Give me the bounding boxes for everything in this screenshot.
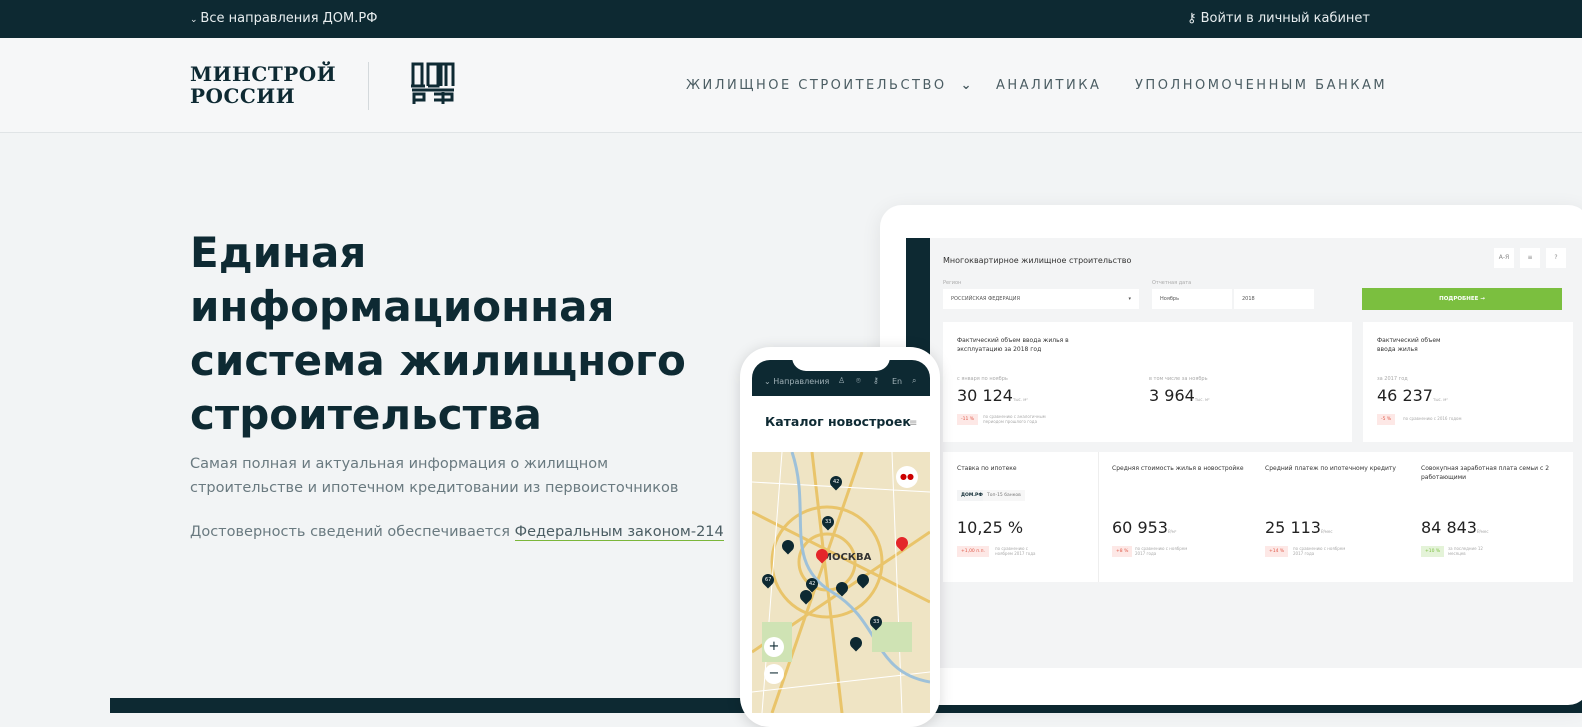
divider (368, 62, 369, 110)
tab-top15[interactable]: Топ-15 банков (983, 490, 1025, 501)
login-link[interactable]: ⚷ Войти в личный кабинет (1187, 11, 1370, 26)
change-badge: -11 % (957, 414, 979, 425)
city-label: МОСКВА (822, 552, 872, 563)
filter-icon[interactable]: ≡ (909, 418, 917, 429)
dashboard-screen: Многоквартирное жилищное строительство А… (906, 238, 1582, 668)
all-directions-menu[interactable]: ⌄ Все направления ДОМ.РФ (190, 11, 377, 26)
nav-analytics[interactable]: АНАЛИТИКА (996, 78, 1101, 93)
card-title: Фактический объем ввода жилья (1377, 337, 1441, 353)
help-button[interactable]: ? (1546, 248, 1566, 268)
header: МИНСТРОЙ РОССИИ ЖИЛИЩНОЕ СТРОИТЕЛЬСТВО ⌄ А… (0, 38, 1582, 133)
card-housing-2018: Фактический объем ввода жилья в эксплуат… (943, 322, 1352, 442)
minstroy-logo[interactable]: МИНСТРОЙ РОССИИ (190, 63, 336, 107)
card-label: с января по ноябрь (957, 376, 1008, 382)
chevron-down-icon: ⌄ (960, 78, 975, 93)
metrics-card: Ставка по ипотеке ДОМ.РФ Топ-15 банков 1… (943, 452, 1573, 582)
user-icon[interactable]: ♙ (838, 376, 845, 385)
change-badge: -5 % (1377, 414, 1396, 425)
region-select[interactable]: РОССИЙСКАЯ ФЕДЕРАЦИЯ ▾ (943, 289, 1139, 309)
law-link[interactable]: Федеральным законом-214 (514, 524, 724, 541)
card-value: 3 964тыс. м² (1149, 386, 1210, 405)
dashboard-title: Многоквартирное жилищное строительство (943, 256, 1132, 265)
card-value: 46 237тыс. м² (1377, 386, 1448, 405)
note: по сравнению с 2016 годом (1403, 416, 1462, 421)
more-button[interactable]: ПОДРОБНЕЕ → (1362, 288, 1562, 310)
region-label: Регион (943, 280, 962, 286)
catalog-title: Каталог новостроек (765, 414, 911, 429)
card-label: за 2017 год (1377, 376, 1408, 382)
month-select[interactable]: Ноябрь (1152, 289, 1232, 309)
filter-button[interactable]: ≡ (1520, 248, 1540, 268)
search-icon[interactable]: ⌕ (912, 376, 916, 386)
card-value: 30 124тыс. м² (957, 386, 1028, 405)
phone-directions-menu[interactable]: ⌄ Направления (764, 377, 829, 386)
layers-button[interactable]: ●● (896, 466, 918, 488)
domrf-logo[interactable] (410, 60, 456, 110)
card-label: в том числе за ноябрь (1149, 376, 1208, 382)
card-housing-2017: Фактический объем ввода жилья за 2017 го… (1363, 322, 1573, 442)
nav-banks[interactable]: УПОЛНОМОЧЕННЫМ БАНКАМ (1135, 78, 1387, 93)
hero-subtitle: Самая полная и актуальная информация о ж… (190, 456, 679, 496)
phone-notch (792, 353, 890, 371)
note: по сравнению с аналогичным периодом прош… (983, 414, 1046, 424)
language-switch[interactable]: En (892, 377, 902, 386)
date-label: Отчетная дата (1152, 280, 1192, 286)
chevron-down-icon: ⌄ (190, 15, 201, 25)
location-icon[interactable]: ⌾ (856, 376, 861, 386)
key-icon[interactable]: ⚷ (873, 376, 879, 385)
page-title: Единая информационная система жилищного … (190, 228, 686, 439)
sort-button[interactable]: А-Я (1494, 248, 1514, 268)
caret-icon: ▾ (1128, 296, 1131, 302)
map[interactable]: МОСКВА ●● + − 42 33 67 42 33 (752, 452, 930, 713)
reliability-text: Достоверность сведений обеспечивается Фе… (190, 524, 724, 541)
card-title: Фактический объем ввода жилья в эксплуат… (957, 337, 1069, 353)
nav-housing[interactable]: ЖИЛИЩНОЕ СТРОИТЕЛЬСТВО ⌄ (686, 78, 974, 93)
year-select[interactable]: 2018 (1234, 289, 1314, 309)
zoom-in-button[interactable]: + (764, 637, 784, 657)
top-bar: ⌄ Все направления ДОМ.РФ ⚷ Войти в личны… (0, 0, 1582, 38)
zoom-out-button[interactable]: − (764, 664, 784, 684)
key-icon: ⚷ (1186, 11, 1201, 26)
